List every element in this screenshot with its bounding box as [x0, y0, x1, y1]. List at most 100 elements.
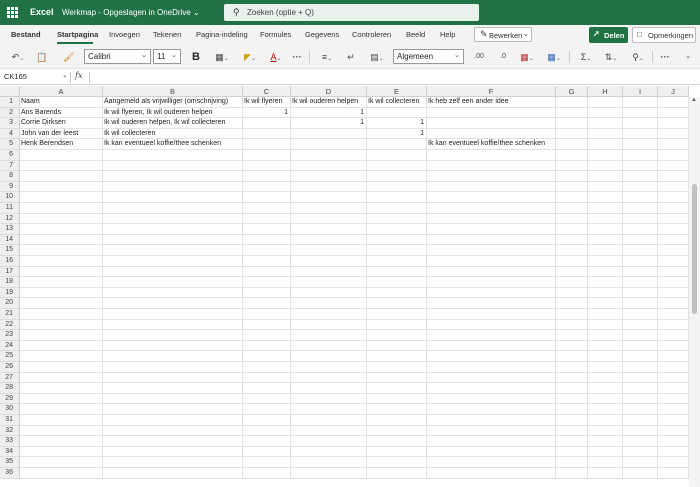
cell-d31[interactable]: [291, 415, 367, 426]
cell-c32[interactable]: [243, 425, 291, 437]
cell-j31[interactable]: [658, 415, 689, 426]
cell-i4[interactable]: [623, 128, 658, 140]
cell-g33[interactable]: [556, 436, 588, 447]
cell-a30[interactable]: [20, 404, 103, 415]
cell-a4[interactable]: John van der leest: [20, 128, 103, 140]
cell-e14[interactable]: [367, 234, 427, 246]
spreadsheet-grid[interactable]: A B C D E F G H I J 1 Naam Aangemeld als vrijwillige…: [0, 86, 700, 487]
cell-f3[interactable]: [427, 118, 556, 129]
cell-c26[interactable]: [243, 362, 291, 373]
cell-f27[interactable]: [427, 372, 556, 384]
cell-a12[interactable]: [20, 213, 103, 225]
column-header-f[interactable]: F: [427, 86, 556, 97]
tab-gegevens[interactable]: Gegevens: [305, 30, 339, 39]
cell-g8[interactable]: [556, 171, 588, 182]
cell-f35[interactable]: [427, 457, 556, 468]
cell-d29[interactable]: [291, 393, 367, 405]
cell-j5[interactable]: [658, 139, 689, 150]
cell-i11[interactable]: [623, 203, 658, 214]
row-header-14[interactable]: 14: [0, 234, 20, 246]
row-header-34[interactable]: 34: [0, 446, 20, 458]
fill-color-icon[interactable]: ◤⌄: [239, 50, 261, 64]
cell-c9[interactable]: [243, 181, 291, 193]
format-painter-icon[interactable]: 🖌: [62, 50, 76, 64]
cell-g3[interactable]: [556, 118, 588, 129]
cell-e36[interactable]: [367, 468, 427, 479]
cell-e5[interactable]: [367, 139, 427, 150]
cell-j27[interactable]: [658, 372, 689, 384]
cell-f20[interactable]: [427, 298, 556, 309]
cell-f24[interactable]: [427, 340, 556, 352]
cell-a20[interactable]: [20, 298, 103, 309]
cell-e10[interactable]: [367, 192, 427, 203]
cell-d24[interactable]: [291, 340, 367, 352]
cell-g6[interactable]: [556, 150, 588, 161]
cell-j25[interactable]: [658, 351, 689, 362]
cell-j20[interactable]: [658, 298, 689, 309]
cell-i13[interactable]: [623, 224, 658, 235]
cell-f14[interactable]: [427, 234, 556, 246]
cell-c8[interactable]: [243, 171, 291, 182]
cell-f17[interactable]: [427, 266, 556, 278]
cell-e1[interactable]: Ik wil collecteren: [367, 97, 427, 108]
cell-c31[interactable]: [243, 415, 291, 426]
cell-h11[interactable]: [588, 203, 623, 214]
cell-d9[interactable]: [291, 181, 367, 193]
row-header-7[interactable]: 7: [0, 160, 20, 172]
row-header-31[interactable]: 31: [0, 415, 20, 426]
font-name-select[interactable]: Calibri ⌄: [84, 49, 151, 64]
cell-g13[interactable]: [556, 224, 588, 235]
cell-c14[interactable]: [243, 234, 291, 246]
cell-i29[interactable]: [623, 393, 658, 405]
cell-h18[interactable]: [588, 277, 623, 288]
cell-d19[interactable]: [291, 287, 367, 299]
cell-b24[interactable]: [103, 340, 243, 352]
cell-b29[interactable]: [103, 393, 243, 405]
tab-beeld[interactable]: Beeld: [406, 30, 425, 39]
row-header-13[interactable]: 13: [0, 224, 20, 235]
cell-e35[interactable]: [367, 457, 427, 468]
cell-e21[interactable]: [367, 309, 427, 320]
cell-h21[interactable]: [588, 309, 623, 320]
cell-d16[interactable]: [291, 256, 367, 267]
cell-h35[interactable]: [588, 457, 623, 468]
cell-j18[interactable]: [658, 277, 689, 288]
cell-c3[interactable]: [243, 118, 291, 129]
cell-b30[interactable]: [103, 404, 243, 415]
cell-h36[interactable]: [588, 468, 623, 479]
cell-f10[interactable]: [427, 192, 556, 203]
cell-b33[interactable]: [103, 436, 243, 447]
row-header-22[interactable]: 22: [0, 319, 20, 331]
cell-h4[interactable]: [588, 128, 623, 140]
cell-a17[interactable]: [20, 266, 103, 278]
cell-j8[interactable]: [658, 171, 689, 182]
tab-help[interactable]: Help: [440, 30, 455, 39]
cell-g11[interactable]: [556, 203, 588, 214]
cell-g34[interactable]: [556, 446, 588, 458]
cell-g7[interactable]: [556, 160, 588, 172]
row-header-29[interactable]: 29: [0, 393, 20, 405]
tab-controleren[interactable]: Controleren: [352, 30, 391, 39]
cell-b10[interactable]: [103, 192, 243, 203]
cell-h33[interactable]: [588, 436, 623, 447]
cell-b27[interactable]: [103, 372, 243, 384]
cell-i21[interactable]: [623, 309, 658, 320]
cell-f11[interactable]: [427, 203, 556, 214]
chevron-down-icon[interactable]: ⌄: [682, 50, 694, 64]
cell-i30[interactable]: [623, 404, 658, 415]
tab-startpagina[interactable]: Startpagina: [57, 30, 98, 39]
cell-b14[interactable]: [103, 234, 243, 246]
cell-f36[interactable]: [427, 468, 556, 479]
cell-h10[interactable]: [588, 192, 623, 203]
cell-g31[interactable]: [556, 415, 588, 426]
cell-e28[interactable]: [367, 383, 427, 394]
cell-g35[interactable]: [556, 457, 588, 468]
cell-b20[interactable]: [103, 298, 243, 309]
cell-i17[interactable]: [623, 266, 658, 278]
cell-i1[interactable]: [623, 97, 658, 108]
cell-d32[interactable]: [291, 425, 367, 437]
cell-a9[interactable]: [20, 181, 103, 193]
cell-f4[interactable]: [427, 128, 556, 140]
cell-d30[interactable]: [291, 404, 367, 415]
column-header-b[interactable]: B: [103, 86, 243, 97]
